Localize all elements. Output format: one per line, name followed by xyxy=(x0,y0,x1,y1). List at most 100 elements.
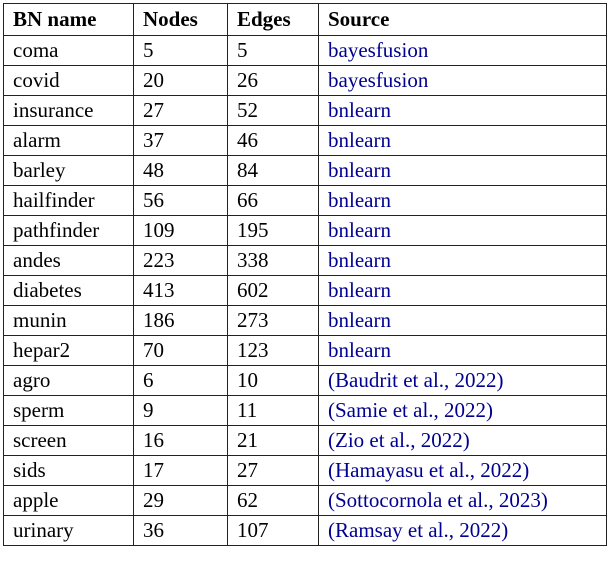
cell-bn-name: alarm xyxy=(3,125,134,156)
cell-edges: 11 xyxy=(227,395,319,426)
source-link[interactable]: bnlearn xyxy=(328,338,391,362)
cell-edges: 338 xyxy=(227,245,319,276)
source-link[interactable]: bnlearn xyxy=(328,248,391,272)
cell-nodes: 20 xyxy=(133,65,228,96)
table-body: coma 5 5 bayesfusion covid 20 26 bayesfusion ins… xyxy=(3,35,607,546)
cell-bn-name: sperm xyxy=(3,395,134,426)
cell-edges: 62 xyxy=(227,485,319,516)
source-link[interactable]: (Zio et al., 2022) xyxy=(328,428,470,452)
source-link[interactable]: bnlearn xyxy=(328,158,391,182)
cell-edges: 66 xyxy=(227,185,319,216)
source-link[interactable]: (Sottocornola et al., 2023) xyxy=(328,488,548,512)
table-row: screen 16 21 (Zio et al., 2022) xyxy=(3,425,607,456)
bayesian-network-table: BN name Nodes Edges Source coma 5 5 bayesfu… xyxy=(3,3,607,546)
cell-nodes: 413 xyxy=(133,275,228,306)
cell-bn-name: coma xyxy=(3,35,134,66)
cell-source: (Zio et al., 2022) xyxy=(318,425,607,456)
source-link[interactable]: (Baudrit et al., 2022) xyxy=(328,368,504,392)
cell-nodes: 27 xyxy=(133,95,228,126)
bn-table-container: BN name Nodes Edges Source coma 5 5 bayesfu… xyxy=(3,3,607,546)
cell-nodes: 29 xyxy=(133,485,228,516)
cell-nodes: 17 xyxy=(133,455,228,486)
cell-edges: 10 xyxy=(227,365,319,396)
cell-nodes: 37 xyxy=(133,125,228,156)
cell-source: bnlearn xyxy=(318,95,607,126)
source-link[interactable]: (Hamayasu et al., 2022) xyxy=(328,458,529,482)
cell-source: (Baudrit et al., 2022) xyxy=(318,365,607,396)
cell-source: bnlearn xyxy=(318,245,607,276)
table-row: apple 29 62 (Sottocornola et al., 2023) xyxy=(3,485,607,516)
cell-source: bnlearn xyxy=(318,215,607,246)
cell-nodes: 186 xyxy=(133,305,228,336)
cell-edges: 21 xyxy=(227,425,319,456)
cell-edges: 46 xyxy=(227,125,319,156)
table-row: hepar2 70 123 bnlearn xyxy=(3,335,607,366)
cell-bn-name: pathfinder xyxy=(3,215,134,246)
table-row: andes 223 338 bnlearn xyxy=(3,245,607,276)
cell-source: bnlearn xyxy=(318,335,607,366)
source-link[interactable]: (Ramsay et al., 2022) xyxy=(328,518,508,542)
table-row: urinary 36 107 (Ramsay et al., 2022) xyxy=(3,515,607,546)
column-header-source: Source xyxy=(318,3,607,36)
source-link[interactable]: bnlearn xyxy=(328,278,391,302)
source-link[interactable]: bnlearn xyxy=(328,98,391,122)
column-header-edges: Edges xyxy=(227,3,319,36)
cell-edges: 602 xyxy=(227,275,319,306)
cell-edges: 273 xyxy=(227,305,319,336)
cell-edges: 84 xyxy=(227,155,319,186)
cell-source: (Sottocornola et al., 2023) xyxy=(318,485,607,516)
cell-source: (Hamayasu et al., 2022) xyxy=(318,455,607,486)
cell-bn-name: sids xyxy=(3,455,134,486)
cell-bn-name: munin xyxy=(3,305,134,336)
cell-nodes: 16 xyxy=(133,425,228,456)
cell-bn-name: apple xyxy=(3,485,134,516)
cell-edges: 27 xyxy=(227,455,319,486)
cell-nodes: 36 xyxy=(133,515,228,546)
cell-bn-name: diabetes xyxy=(3,275,134,306)
table-row: coma 5 5 bayesfusion xyxy=(3,35,607,66)
cell-nodes: 9 xyxy=(133,395,228,426)
cell-source: bayesfusion xyxy=(318,35,607,66)
table-row: diabetes 413 602 bnlearn xyxy=(3,275,607,306)
source-link[interactable]: bayesfusion xyxy=(328,38,428,62)
cell-edges: 5 xyxy=(227,35,319,66)
cell-nodes: 70 xyxy=(133,335,228,366)
table-row: hailfinder 56 66 bnlearn xyxy=(3,185,607,216)
source-link[interactable]: bnlearn xyxy=(328,218,391,242)
table-row: sids 17 27 (Hamayasu et al., 2022) xyxy=(3,455,607,486)
column-header-bn-name: BN name xyxy=(3,3,134,36)
cell-bn-name: agro xyxy=(3,365,134,396)
cell-edges: 52 xyxy=(227,95,319,126)
cell-nodes: 5 xyxy=(133,35,228,66)
cell-nodes: 6 xyxy=(133,365,228,396)
source-link[interactable]: (Samie et al., 2022) xyxy=(328,398,493,422)
cell-bn-name: hepar2 xyxy=(3,335,134,366)
cell-bn-name: barley xyxy=(3,155,134,186)
table-row: covid 20 26 bayesfusion xyxy=(3,65,607,96)
table-row: alarm 37 46 bnlearn xyxy=(3,125,607,156)
cell-source: (Ramsay et al., 2022) xyxy=(318,515,607,546)
table-row: agro 6 10 (Baudrit et al., 2022) xyxy=(3,365,607,396)
table-row: insurance 27 52 bnlearn xyxy=(3,95,607,126)
cell-nodes: 56 xyxy=(133,185,228,216)
cell-source: bnlearn xyxy=(318,275,607,306)
cell-edges: 123 xyxy=(227,335,319,366)
table-row: barley 48 84 bnlearn xyxy=(3,155,607,186)
source-link[interactable]: bnlearn xyxy=(328,128,391,152)
cell-source: bnlearn xyxy=(318,185,607,216)
cell-bn-name: urinary xyxy=(3,515,134,546)
source-link[interactable]: bayesfusion xyxy=(328,68,428,92)
source-link[interactable]: bnlearn xyxy=(328,188,391,212)
cell-source: bnlearn xyxy=(318,125,607,156)
cell-bn-name: hailfinder xyxy=(3,185,134,216)
cell-bn-name: insurance xyxy=(3,95,134,126)
table-row: pathfinder 109 195 bnlearn xyxy=(3,215,607,246)
cell-source: bayesfusion xyxy=(318,65,607,96)
source-link[interactable]: bnlearn xyxy=(328,308,391,332)
table-header: BN name Nodes Edges Source xyxy=(3,3,607,36)
cell-bn-name: covid xyxy=(3,65,134,96)
cell-nodes: 223 xyxy=(133,245,228,276)
cell-edges: 107 xyxy=(227,515,319,546)
table-row: sperm 9 11 (Samie et al., 2022) xyxy=(3,395,607,426)
cell-source: (Samie et al., 2022) xyxy=(318,395,607,426)
